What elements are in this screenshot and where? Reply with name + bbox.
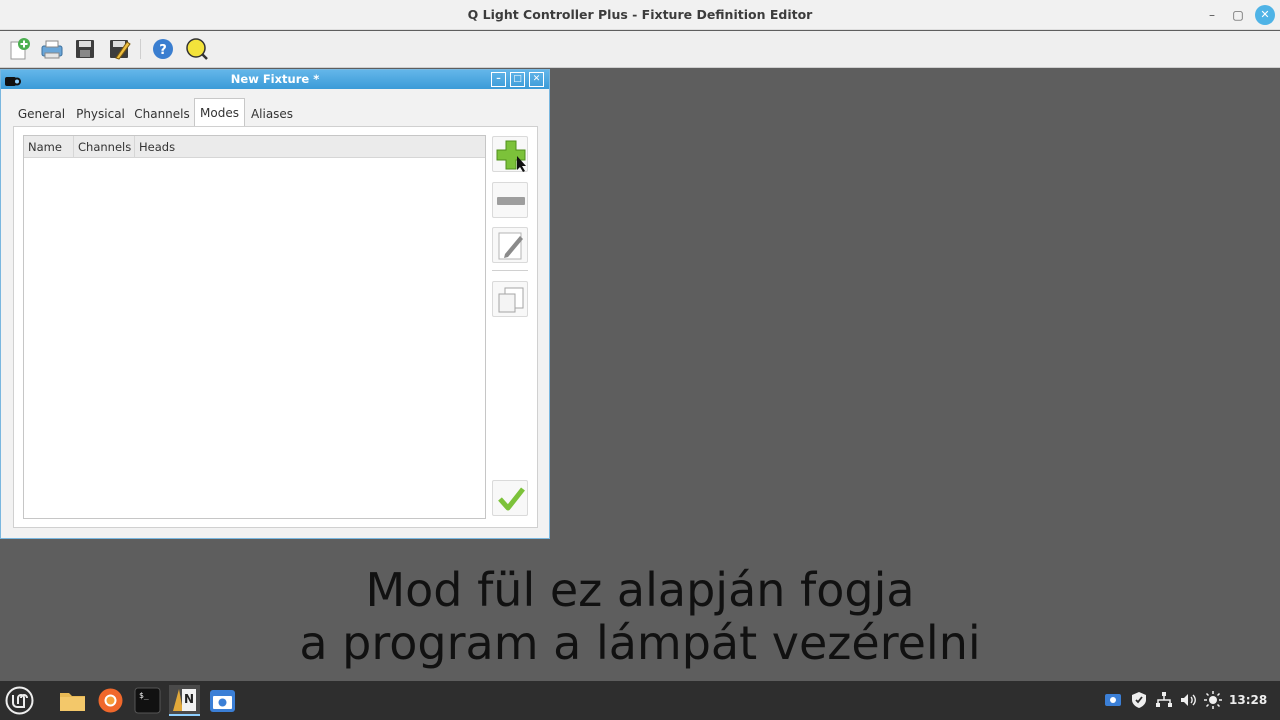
modes-list[interactable]: Name Channels Heads xyxy=(23,135,486,519)
minimize-button[interactable]: – xyxy=(1202,5,1222,25)
brightness-icon[interactable] xyxy=(1204,691,1222,709)
remove-icon xyxy=(497,197,525,205)
tab-general[interactable]: General xyxy=(13,102,70,126)
open-icon[interactable] xyxy=(39,36,65,62)
edit-icon xyxy=(498,232,523,260)
svg-text:$_: $_ xyxy=(139,691,149,700)
svg-text:?: ? xyxy=(159,43,167,58)
video-caption: Mod fül ez alapján fogja a program a lám… xyxy=(0,564,1280,670)
save-as-icon[interactable] xyxy=(106,36,132,62)
caption-line-1: Mod fül ez alapján fogja xyxy=(365,563,915,617)
tab-physical[interactable]: Physical xyxy=(72,102,129,126)
main-title-bar: Q Light Controller Plus - Fixture Defini… xyxy=(0,0,1280,30)
fixture-window-title: New Fixture * xyxy=(230,72,320,86)
new-fixture-icon[interactable] xyxy=(7,36,33,62)
add-icon xyxy=(496,140,526,172)
volume-icon[interactable] xyxy=(1179,691,1197,709)
clone-icon xyxy=(498,287,524,313)
shield-icon[interactable] xyxy=(1130,691,1148,709)
screenshot-icon[interactable] xyxy=(207,685,238,716)
side-separator xyxy=(492,270,528,271)
taskbar-clock[interactable]: 13:28 xyxy=(1229,681,1267,720)
fixture-window-title-bar[interactable]: New Fixture * – □ ✕ xyxy=(1,70,549,89)
fixture-maximize-button[interactable]: □ xyxy=(510,72,525,87)
qlc-editor-icon[interactable]: N xyxy=(169,685,200,716)
fixture-close-button[interactable]: ✕ xyxy=(529,72,544,87)
firefox-icon[interactable] xyxy=(95,685,126,716)
toolbar-separator xyxy=(140,39,141,59)
remove-mode-button[interactable] xyxy=(492,182,528,218)
ok-button[interactable] xyxy=(492,480,528,516)
tab-aliases[interactable]: Aliases xyxy=(247,102,297,126)
mint-menu-icon[interactable] xyxy=(4,685,35,716)
tab-channels[interactable]: Channels xyxy=(131,102,193,126)
edit-mode-button[interactable] xyxy=(492,227,528,263)
help-icon[interactable]: ? xyxy=(150,36,176,62)
about-icon[interactable] xyxy=(184,36,210,62)
checkmark-icon xyxy=(498,487,525,511)
tab-modes[interactable]: Modes xyxy=(194,98,245,127)
modes-panel: Name Channels Heads xyxy=(13,126,538,528)
terminal-icon[interactable]: $_ xyxy=(132,685,163,716)
svg-text:N: N xyxy=(184,692,194,706)
screenshot-tray-icon[interactable] xyxy=(1104,691,1122,709)
network-icon[interactable] xyxy=(1155,691,1173,709)
modes-list-header: Name Channels Heads xyxy=(24,135,485,158)
toolbar: ? xyxy=(0,31,1280,68)
clone-mode-button[interactable] xyxy=(492,281,528,317)
column-name[interactable]: Name xyxy=(24,136,74,158)
fixture-minimize-button[interactable]: – xyxy=(491,72,506,87)
column-channels[interactable]: Channels xyxy=(74,136,135,158)
add-mode-button[interactable] xyxy=(492,136,528,172)
close-button[interactable]: ✕ xyxy=(1255,5,1275,25)
taskbar: $_ N 13:28 xyxy=(0,681,1280,720)
caption-line-2: a program a lámpát vezérelni xyxy=(299,616,981,670)
window-title: Q Light Controller Plus - Fixture Defini… xyxy=(467,7,813,22)
files-icon[interactable] xyxy=(57,685,88,716)
save-icon[interactable] xyxy=(72,36,98,62)
fixture-window: New Fixture * – □ ✕ General Physical Cha… xyxy=(0,69,550,539)
column-heads[interactable]: Heads xyxy=(135,136,485,158)
maximize-button[interactable]: ▢ xyxy=(1228,5,1248,25)
